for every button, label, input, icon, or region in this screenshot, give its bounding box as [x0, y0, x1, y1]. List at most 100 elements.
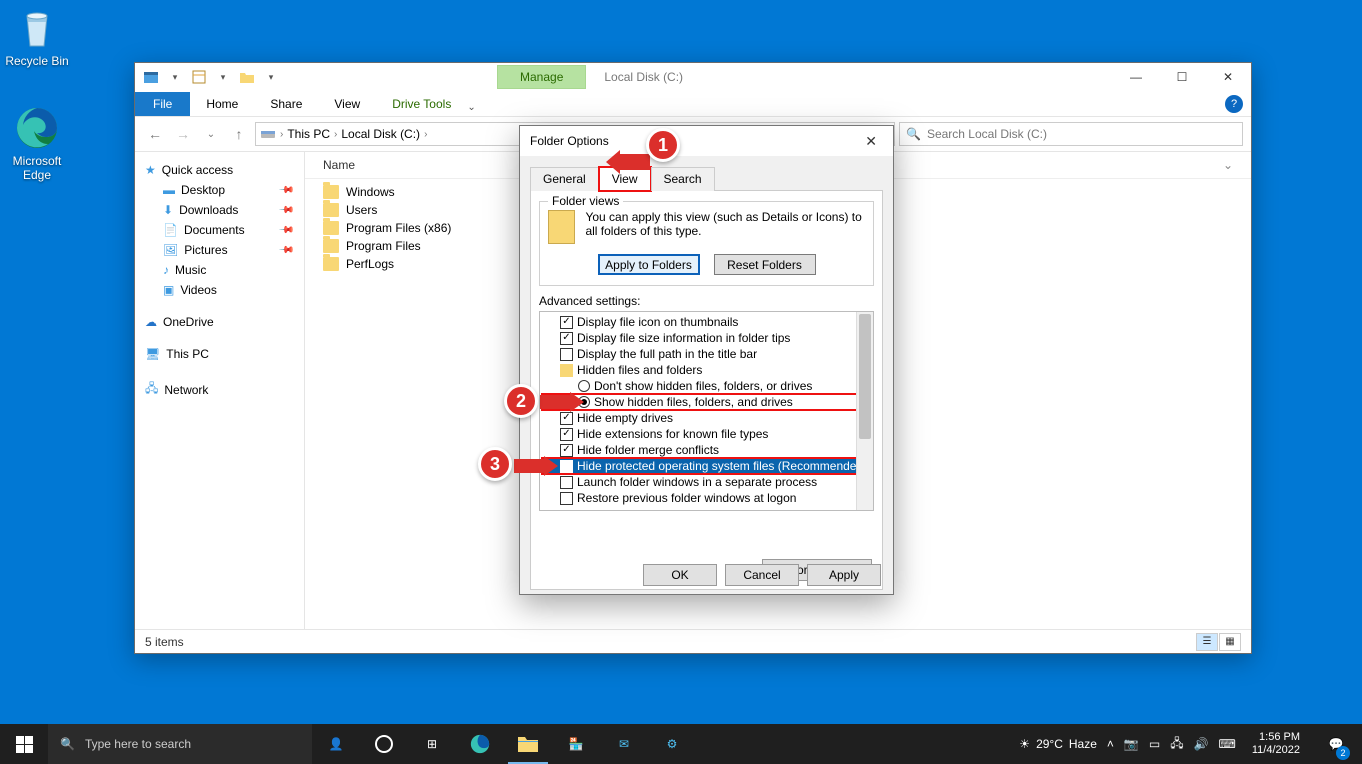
- tab-search[interactable]: Search: [651, 167, 715, 191]
- dialog-titlebar[interactable]: Folder Options ✕: [520, 126, 893, 156]
- checkbox-icon[interactable]: [560, 444, 573, 457]
- sidebar-item-pictures[interactable]: 🖼Pictures📌: [139, 240, 300, 260]
- checkbox-icon[interactable]: [560, 412, 573, 425]
- ribbon-tab-share[interactable]: Share: [254, 92, 318, 116]
- ok-button[interactable]: OK: [643, 564, 717, 586]
- breadcrumb-segment[interactable]: This PC: [287, 127, 330, 141]
- sidebar-item-downloads[interactable]: ⬇Downloads📌: [139, 200, 300, 220]
- sidebar-item-onedrive[interactable]: ☁OneDrive: [139, 312, 300, 332]
- checkbox-icon[interactable]: [560, 476, 573, 489]
- view-details-icon[interactable]: ☰: [1196, 633, 1218, 651]
- tray-battery-icon[interactable]: ▭: [1149, 737, 1160, 751]
- adv-opt-show-hidden[interactable]: Show hidden files, folders, and drives: [542, 394, 873, 410]
- qat-customize-icon[interactable]: ▾: [261, 67, 281, 87]
- checkbox-icon[interactable]: [560, 428, 573, 441]
- tab-general[interactable]: General: [530, 167, 599, 191]
- taskbar-item[interactable]: ⚙: [648, 724, 696, 764]
- adv-opt-full-path-titlebar[interactable]: Display the full path in the title bar: [542, 346, 873, 362]
- taskbar-task-view[interactable]: ⊞: [408, 724, 456, 764]
- sidebar-item-music[interactable]: ♪Music: [139, 260, 300, 280]
- scrollbar-thumb[interactable]: [859, 314, 871, 439]
- ribbon-tab-home[interactable]: Home: [190, 92, 254, 116]
- tray-chevron-icon[interactable]: ˄: [1107, 737, 1114, 751]
- checkbox-icon[interactable]: [560, 460, 573, 473]
- chevron-right-icon[interactable]: ›: [424, 129, 427, 140]
- apply-to-folders-button[interactable]: Apply to Folders: [598, 254, 700, 275]
- reset-folders-button[interactable]: Reset Folders: [714, 254, 816, 275]
- tray-ime-icon[interactable]: ⌨: [1219, 737, 1236, 751]
- sidebar-item-network[interactable]: 🖧Network: [139, 376, 300, 403]
- tray-network-icon[interactable]: 🖧: [1170, 734, 1183, 755]
- checkbox-icon[interactable]: [560, 316, 573, 329]
- qat-dropdown-icon[interactable]: ▾: [165, 67, 185, 87]
- checkbox-icon[interactable]: [560, 348, 573, 361]
- ribbon-tab-file[interactable]: File: [135, 92, 190, 116]
- adv-opt-hide-protected-os-files[interactable]: Hide protected operating system files (R…: [542, 458, 873, 474]
- nav-recent-icon[interactable]: ⌄: [199, 129, 223, 140]
- taskbar-search[interactable]: 🔍 Type here to search: [48, 724, 312, 764]
- nav-forward-icon[interactable]: →: [171, 126, 195, 142]
- radio-icon[interactable]: [578, 396, 590, 408]
- tray-volume-icon[interactable]: 🔊: [1194, 737, 1209, 751]
- folder-views-group: Folder views You can apply this view (su…: [539, 201, 874, 286]
- taskbar-clock[interactable]: 1:56 PM 11/4/2022: [1246, 731, 1306, 757]
- ribbon-tab-drive-tools[interactable]: Drive Tools: [376, 92, 467, 116]
- qat-folder-icon[interactable]: [237, 67, 257, 87]
- adv-opt-hide-empty-drives[interactable]: Hide empty drives: [542, 410, 873, 426]
- qat-icon[interactable]: [141, 67, 161, 87]
- search-box[interactable]: 🔍 Search Local Disk (C:): [899, 122, 1243, 146]
- ribbon-tab-view[interactable]: View: [318, 92, 376, 116]
- adv-opt-hide-extensions[interactable]: Hide extensions for known file types: [542, 426, 873, 442]
- ribbon-collapse-icon[interactable]: ⌄: [467, 102, 475, 113]
- action-center-button[interactable]: 💬 2: [1316, 724, 1356, 764]
- sidebar-item-desktop[interactable]: ▬Desktop📌: [139, 180, 300, 200]
- desktop-edge[interactable]: Microsoft Edge: [0, 104, 74, 182]
- tray-meet-icon[interactable]: 📷: [1124, 737, 1139, 751]
- nav-back-icon[interactable]: ←: [143, 126, 167, 142]
- maximize-button[interactable]: ☐: [1159, 63, 1205, 91]
- advanced-settings-list[interactable]: Display file icon on thumbnails Display …: [539, 311, 874, 511]
- view-large-icons-icon[interactable]: ▦: [1219, 633, 1241, 651]
- adv-opt-display-icon-thumbnails[interactable]: Display file icon on thumbnails: [542, 314, 873, 330]
- close-button[interactable]: ✕: [859, 131, 883, 152]
- chevron-right-icon[interactable]: ›: [334, 129, 337, 140]
- sidebar-item-documents[interactable]: 📄Documents📌: [139, 220, 300, 240]
- ribbon-context-manage[interactable]: Manage: [497, 65, 586, 89]
- close-button[interactable]: ✕: [1205, 63, 1251, 91]
- scrollbar[interactable]: [856, 312, 873, 510]
- tab-view[interactable]: View: [599, 167, 651, 191]
- taskbar-mail[interactable]: ✉: [600, 724, 648, 764]
- column-expand-icon[interactable]: ⌄: [1223, 158, 1233, 172]
- cancel-button[interactable]: Cancel: [725, 564, 799, 586]
- taskbar-weather[interactable]: ☀ 29°C Haze: [1019, 737, 1097, 751]
- checkbox-icon[interactable]: [560, 332, 573, 345]
- minimize-button[interactable]: —: [1113, 63, 1159, 91]
- adv-opt-restore-previous[interactable]: Restore previous folder windows at logon: [542, 490, 873, 506]
- desktop-recycle-bin[interactable]: Recycle Bin: [0, 4, 74, 68]
- start-button[interactable]: [0, 724, 48, 764]
- qat-dropdown-icon[interactable]: ▾: [213, 67, 233, 87]
- sidebar-item-videos[interactable]: ▣Videos: [139, 280, 300, 300]
- column-name[interactable]: Name: [323, 158, 523, 172]
- adv-opt-display-size-tips[interactable]: Display file size information in folder …: [542, 330, 873, 346]
- nav-up-icon[interactable]: ↑: [227, 126, 251, 142]
- taskbar-explorer[interactable]: [504, 724, 552, 764]
- adv-opt-hide-merge-conflicts[interactable]: Hide folder merge conflicts: [542, 442, 873, 458]
- breadcrumb-segment[interactable]: Local Disk (C:): [341, 127, 420, 141]
- adv-opt-dont-show-hidden[interactable]: Don't show hidden files, folders, or dri…: [542, 378, 873, 394]
- taskbar-edge[interactable]: [456, 724, 504, 764]
- sidebar-item-this-pc[interactable]: 🖥This PC: [139, 344, 300, 364]
- radio-icon[interactable]: [578, 380, 590, 392]
- checkbox-icon[interactable]: [560, 492, 573, 505]
- pin-icon: 📌: [277, 222, 294, 239]
- taskbar-item[interactable]: 👤: [312, 724, 360, 764]
- adv-opt-launch-separate-process[interactable]: Launch folder windows in a separate proc…: [542, 474, 873, 490]
- taskbar-cortana[interactable]: [360, 724, 408, 764]
- explorer-titlebar[interactable]: ▾ ▾ ▾ Manage Local Disk (C:) — ☐ ✕: [135, 63, 1251, 91]
- help-icon[interactable]: ?: [1225, 95, 1243, 113]
- chevron-right-icon[interactable]: ›: [280, 129, 283, 140]
- quick-access-header[interactable]: ★ Quick access: [139, 160, 300, 180]
- apply-button[interactable]: Apply: [807, 564, 881, 586]
- taskbar-store[interactable]: 🏪: [552, 724, 600, 764]
- qat-properties-icon[interactable]: [189, 67, 209, 87]
